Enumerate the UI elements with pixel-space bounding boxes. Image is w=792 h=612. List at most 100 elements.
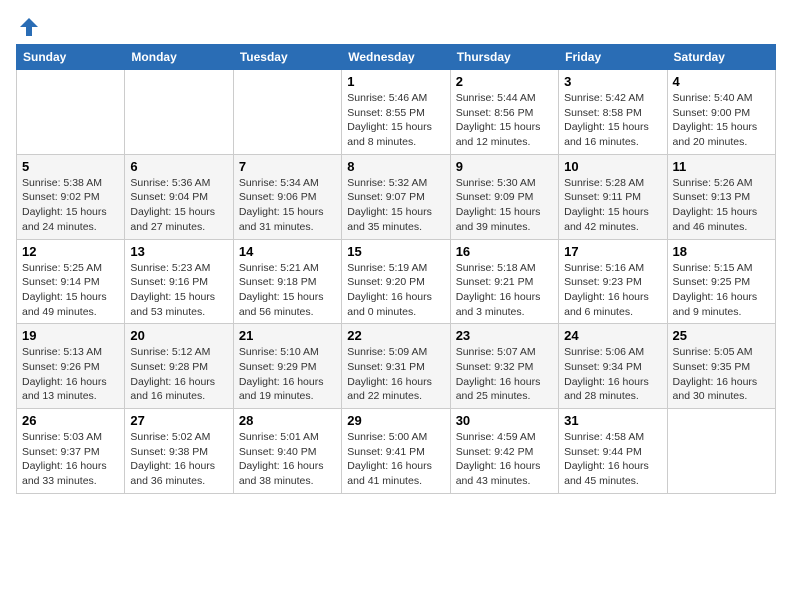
calendar-cell: 21Sunrise: 5:10 AMSunset: 9:29 PMDayligh… — [233, 324, 341, 409]
day-number: 30 — [456, 413, 553, 428]
day-info: Sunrise: 5:26 AMSunset: 9:13 PMDaylight:… — [673, 176, 770, 235]
calendar-cell: 6 Sunrise: 5:36 AMSunset: 9:04 PMDaylight… — [125, 154, 233, 239]
day-number: 1 — [347, 74, 444, 89]
day-info: Sunrise: 5:40 AMSunset: 9:00 PMDaylight:… — [673, 91, 770, 150]
day-number: 10 — [564, 159, 661, 174]
week-row-4: 19Sunrise: 5:13 AMSunset: 9:26 PMDayligh… — [17, 324, 776, 409]
day-number: 3 — [564, 74, 661, 89]
day-number: 29 — [347, 413, 444, 428]
header-sunday: Sunday — [17, 45, 125, 70]
calendar-cell: 4 Sunrise: 5:40 AMSunset: 9:00 PMDaylight… — [667, 70, 775, 155]
calendar-cell: 8 Sunrise: 5:32 AMSunset: 9:07 PMDaylight… — [342, 154, 450, 239]
day-number: 7 — [239, 159, 336, 174]
day-number: 6 — [130, 159, 227, 174]
calendar-cell: 14 Sunrise: 5:21 AMSunset: 9:18 PMDayligh… — [233, 239, 341, 324]
day-info: Sunrise: 5:23 AMSunset: 9:16 PMDaylight:… — [130, 261, 227, 320]
calendar-cell: 15 Sunrise: 5:19 AMSunset: 9:20 PMDayligh… — [342, 239, 450, 324]
day-number: 21 — [239, 328, 336, 343]
calendar-cell: 18Sunrise: 5:15 AMSunset: 9:25 PMDayligh… — [667, 239, 775, 324]
calendar-cell: 9Sunrise: 5:30 AMSunset: 9:09 PMDaylight… — [450, 154, 558, 239]
calendar-cell: 25 Sunrise: 5:05 AMSunset: 9:35 PMDayligh… — [667, 324, 775, 409]
calendar-cell: 16 Sunrise: 5:18 AMSunset: 9:21 PMDayligh… — [450, 239, 558, 324]
day-number: 22 — [347, 328, 444, 343]
calendar-cell: 27 Sunrise: 5:02 AMSunset: 9:38 PMDayligh… — [125, 409, 233, 494]
day-info: Sunrise: 5:36 AMSunset: 9:04 PMDaylight:… — [130, 176, 227, 235]
day-info: Sunrise: 5:38 AMSunset: 9:02 PMDaylight:… — [22, 176, 119, 235]
day-number: 24 — [564, 328, 661, 343]
day-number: 2 — [456, 74, 553, 89]
day-info: Sunrise: 5:12 AMSunset: 9:28 PMDaylight:… — [130, 345, 227, 404]
day-number: 19 — [22, 328, 119, 343]
day-number: 4 — [673, 74, 770, 89]
day-number: 20 — [130, 328, 227, 343]
day-info: Sunrise: 5:42 AMSunset: 8:58 PMDaylight:… — [564, 91, 661, 150]
page-header — [16, 16, 776, 38]
day-info: Sunrise: 5:30 AMSunset: 9:09 PMDaylight:… — [456, 176, 553, 235]
header-friday: Friday — [559, 45, 667, 70]
calendar-header-row: SundayMondayTuesdayWednesdayThursdayFrid… — [17, 45, 776, 70]
day-info: Sunrise: 5:44 AMSunset: 8:56 PMDaylight:… — [456, 91, 553, 150]
day-number: 18 — [673, 244, 770, 259]
calendar-cell: 29Sunrise: 5:00 AMSunset: 9:41 PMDayligh… — [342, 409, 450, 494]
day-number: 31 — [564, 413, 661, 428]
calendar-cell: 12 Sunrise: 5:25 AMSunset: 9:14 PMDayligh… — [17, 239, 125, 324]
calendar-table: SundayMondayTuesdayWednesdayThursdayFrid… — [16, 44, 776, 494]
day-number: 14 — [239, 244, 336, 259]
day-info: Sunrise: 5:32 AMSunset: 9:07 PMDaylight:… — [347, 176, 444, 235]
day-number: 15 — [347, 244, 444, 259]
day-number: 8 — [347, 159, 444, 174]
day-number: 12 — [22, 244, 119, 259]
day-info: Sunrise: 5:46 AMSunset: 8:55 PMDaylight:… — [347, 91, 444, 150]
calendar-cell: 26 Sunrise: 5:03 AMSunset: 9:37 PMDayligh… — [17, 409, 125, 494]
day-info: Sunrise: 5:19 AMSunset: 9:20 PMDaylight:… — [347, 261, 444, 320]
calendar-cell: 22 Sunrise: 5:09 AMSunset: 9:31 PMDayligh… — [342, 324, 450, 409]
week-row-5: 26 Sunrise: 5:03 AMSunset: 9:37 PMDayligh… — [17, 409, 776, 494]
calendar-cell: 13Sunrise: 5:23 AMSunset: 9:16 PMDayligh… — [125, 239, 233, 324]
header-monday: Monday — [125, 45, 233, 70]
calendar-cell: 2 Sunrise: 5:44 AMSunset: 8:56 PMDaylight… — [450, 70, 558, 155]
day-number: 16 — [456, 244, 553, 259]
calendar-cell: 20 Sunrise: 5:12 AMSunset: 9:28 PMDayligh… — [125, 324, 233, 409]
day-info: Sunrise: 5:21 AMSunset: 9:18 PMDaylight:… — [239, 261, 336, 320]
week-row-2: 5 Sunrise: 5:38 AMSunset: 9:02 PMDaylight… — [17, 154, 776, 239]
day-number: 27 — [130, 413, 227, 428]
day-info: Sunrise: 5:07 AMSunset: 9:32 PMDaylight:… — [456, 345, 553, 404]
day-number: 5 — [22, 159, 119, 174]
calendar-cell: 11 Sunrise: 5:26 AMSunset: 9:13 PMDayligh… — [667, 154, 775, 239]
calendar-cell: 31 Sunrise: 4:58 AMSunset: 9:44 PMDayligh… — [559, 409, 667, 494]
day-number: 25 — [673, 328, 770, 343]
day-number: 11 — [673, 159, 770, 174]
day-info: Sunrise: 4:59 AMSunset: 9:42 PMDaylight:… — [456, 430, 553, 489]
calendar-cell — [17, 70, 125, 155]
header-thursday: Thursday — [450, 45, 558, 70]
day-info: Sunrise: 5:18 AMSunset: 9:21 PMDaylight:… — [456, 261, 553, 320]
day-info: Sunrise: 5:28 AMSunset: 9:11 PMDaylight:… — [564, 176, 661, 235]
day-info: Sunrise: 5:09 AMSunset: 9:31 PMDaylight:… — [347, 345, 444, 404]
calendar-cell — [125, 70, 233, 155]
logo-icon — [18, 16, 40, 38]
header-saturday: Saturday — [667, 45, 775, 70]
calendar-cell: 7 Sunrise: 5:34 AMSunset: 9:06 PMDaylight… — [233, 154, 341, 239]
calendar-cell: 10 Sunrise: 5:28 AMSunset: 9:11 PMDayligh… — [559, 154, 667, 239]
calendar-cell: 23 Sunrise: 5:07 AMSunset: 9:32 PMDayligh… — [450, 324, 558, 409]
calendar-cell: 3 Sunrise: 5:42 AMSunset: 8:58 PMDaylight… — [559, 70, 667, 155]
day-info: Sunrise: 5:03 AMSunset: 9:37 PMDaylight:… — [22, 430, 119, 489]
day-info: Sunrise: 5:16 AMSunset: 9:23 PMDaylight:… — [564, 261, 661, 320]
calendar-cell: 24 Sunrise: 5:06 AMSunset: 9:34 PMDayligh… — [559, 324, 667, 409]
day-info: Sunrise: 5:05 AMSunset: 9:35 PMDaylight:… — [673, 345, 770, 404]
calendar-cell — [667, 409, 775, 494]
day-info: Sunrise: 5:25 AMSunset: 9:14 PMDaylight:… — [22, 261, 119, 320]
day-info: Sunrise: 5:02 AMSunset: 9:38 PMDaylight:… — [130, 430, 227, 489]
week-row-1: 1 Sunrise: 5:46 AMSunset: 8:55 PMDaylight… — [17, 70, 776, 155]
calendar-cell: 17Sunrise: 5:16 AMSunset: 9:23 PMDayligh… — [559, 239, 667, 324]
day-info: Sunrise: 5:34 AMSunset: 9:06 PMDaylight:… — [239, 176, 336, 235]
week-row-3: 12 Sunrise: 5:25 AMSunset: 9:14 PMDayligh… — [17, 239, 776, 324]
calendar-cell: 30 Sunrise: 4:59 AMSunset: 9:42 PMDayligh… — [450, 409, 558, 494]
day-number: 26 — [22, 413, 119, 428]
day-info: Sunrise: 5:06 AMSunset: 9:34 PMDaylight:… — [564, 345, 661, 404]
calendar-cell: 5 Sunrise: 5:38 AMSunset: 9:02 PMDaylight… — [17, 154, 125, 239]
day-info: Sunrise: 4:58 AMSunset: 9:44 PMDaylight:… — [564, 430, 661, 489]
day-number: 28 — [239, 413, 336, 428]
logo — [16, 16, 40, 38]
day-number: 23 — [456, 328, 553, 343]
